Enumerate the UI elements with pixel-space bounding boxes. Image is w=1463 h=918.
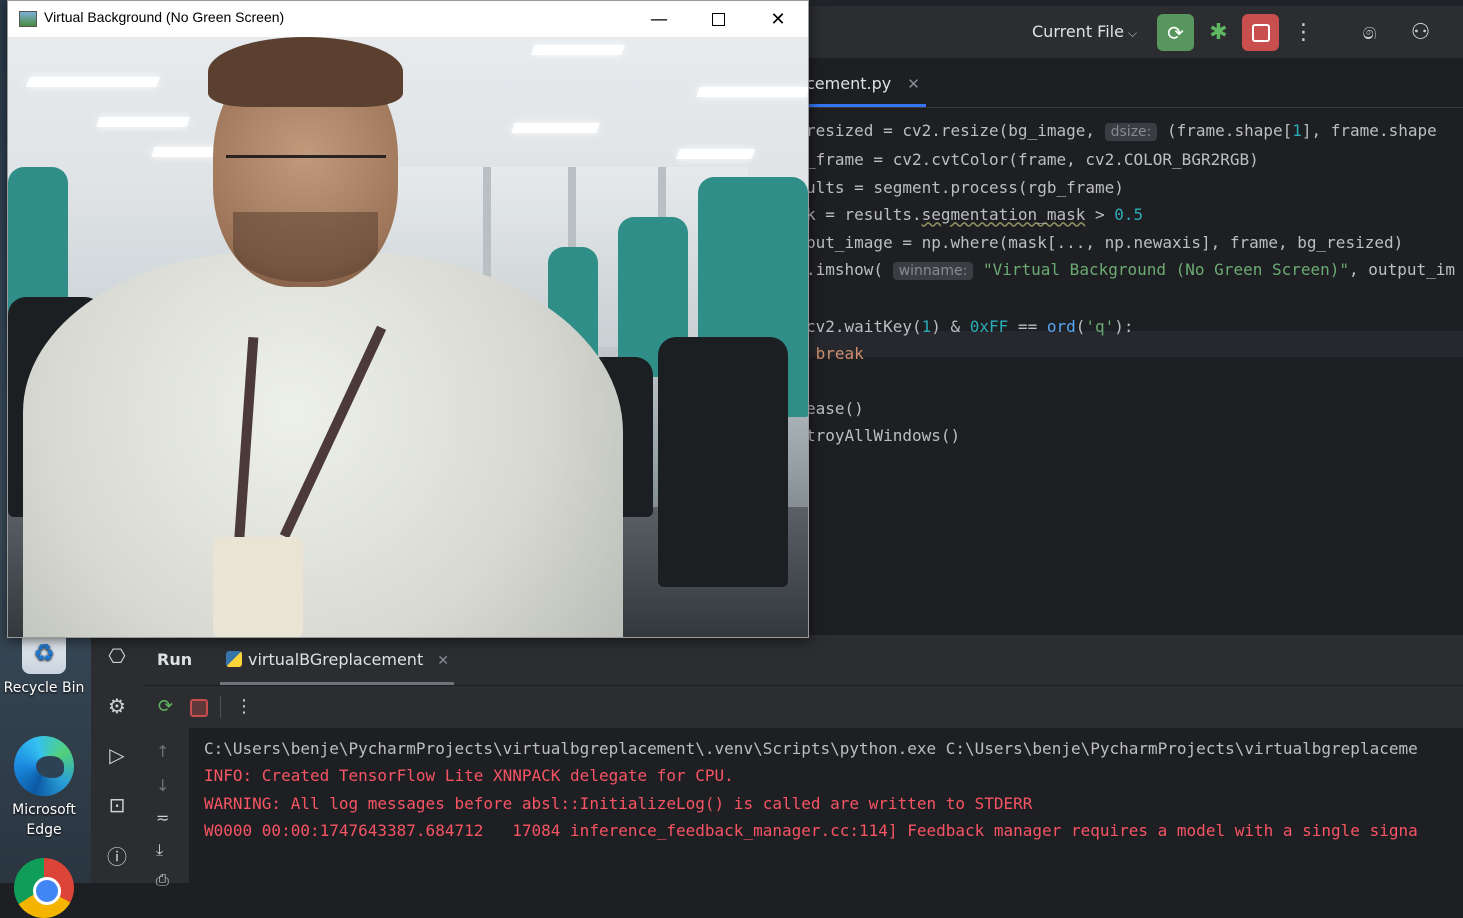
code-line: put_image = np.where(mask[..., np.newaxi…: [806, 232, 1404, 252]
active-tab-indicator: [806, 104, 926, 107]
bug-icon: ✱: [1209, 20, 1228, 45]
stop-icon: [1251, 23, 1270, 42]
toolbar-divider: [220, 696, 221, 718]
run-toolbar: [143, 686, 1463, 728]
virtual-background-window[interactable]: Virtual Background (No Green Screen) — ✕: [7, 0, 809, 638]
run-tab[interactable]: virtualBGreplacement ✕: [226, 650, 449, 669]
app-window-icon: [19, 11, 37, 27]
ceiling-light: [511, 123, 600, 133]
ai-assistant-button[interactable]: ෧: [1351, 14, 1388, 51]
more-vertical-icon: ⋮: [1292, 20, 1315, 45]
run-configuration-selector[interactable]: Current File ⌵: [1032, 22, 1137, 41]
console-line: W0000 00:00:1747643387.684712 17084 infe…: [204, 821, 1418, 841]
code-line: resized = cv2.resize(bg_image, dsize: (f…: [806, 121, 1437, 141]
desktop-icon-microsoft-edge[interactable]: Microsoft Edge: [0, 736, 88, 840]
add-user-icon: ⚇: [1410, 20, 1431, 45]
more-vertical-icon[interactable]: ⋮: [235, 696, 253, 717]
add-user-button[interactable]: ⚇: [1402, 14, 1439, 51]
arrow-down-icon[interactable]: ↓: [156, 776, 169, 795]
person-glasses: [226, 155, 386, 194]
desktop-icon-label: Microsoft: [12, 802, 76, 818]
code-line: cv2.waitKey(1) & 0xFF == ord('q'):: [806, 316, 1134, 336]
python-console-icon[interactable]: ⚙: [103, 692, 131, 720]
rerun-icon[interactable]: ⟳: [158, 696, 173, 717]
id-card: [213, 537, 303, 637]
code-content[interactable]: resized = cv2.resize(bg_image, dsize: (f…: [806, 117, 1455, 450]
ceiling-light: [676, 149, 755, 159]
editor-tab-file[interactable]: cement.py ✕: [806, 74, 920, 93]
person-hair: [208, 37, 403, 107]
print-icon[interactable]: ⎙: [156, 870, 169, 890]
console-line: INFO: Created TensorFlow Lite XNNPACK de…: [204, 766, 734, 786]
run-configuration-label: Current File: [1032, 22, 1124, 41]
ceiling-light: [96, 117, 190, 127]
stop-icon[interactable]: [190, 699, 208, 717]
ceiling-light: [696, 87, 808, 97]
active-run-tab-indicator: [220, 682, 454, 685]
ai-assistant-icon: ෧: [1362, 20, 1377, 45]
console-output: C:\Users\benje\PycharmProjects\virtualbg…: [204, 735, 1418, 845]
camera-feed: [8, 37, 808, 637]
code-line: _frame = cv2.cvtColor(frame, cv2.COLOR_B…: [806, 150, 1259, 170]
code-line: ease(): [806, 399, 864, 419]
terminal-icon[interactable]: ⊡: [103, 791, 131, 819]
chevron-down-icon: ⌵: [1127, 26, 1138, 40]
window-title: Virtual Background (No Green Screen): [44, 9, 285, 25]
console-line: C:\Users\benje\PycharmProjects\virtualbg…: [204, 739, 1418, 758]
ceiling-light: [531, 45, 625, 55]
code-line: troyAllWindows(): [806, 426, 961, 446]
close-icon[interactable]: ✕: [437, 653, 449, 669]
desktop-icon-recycle-bin[interactable]: ♻ Recycle Bin: [0, 632, 88, 698]
python-icon: [226, 651, 242, 667]
chrome-logo-icon[interactable]: [14, 858, 74, 918]
close-icon: ✕: [770, 8, 786, 30]
minimize-button[interactable]: —: [630, 3, 688, 35]
recycle-bin-icon: ♻: [22, 632, 66, 674]
editor-tab-label: cement.py: [806, 74, 892, 93]
rerun-icon: ⟳: [1167, 20, 1184, 45]
close-button[interactable]: ✕: [749, 3, 807, 35]
python-packages-icon[interactable]: ⎔: [103, 642, 131, 670]
code-line: k = results.segmentation_mask > 0.5: [806, 205, 1144, 225]
code-line: ults = segment.process(rgb_frame): [806, 177, 1124, 197]
minimize-icon: —: [650, 8, 668, 30]
code-line: break: [815, 344, 864, 364]
code-line: .imshow( winname: "Virtual Background (N…: [806, 260, 1455, 281]
run-tab-label: virtualBGreplacement: [248, 650, 424, 669]
run-panel-title: Run: [157, 650, 193, 669]
edge-logo-icon: [14, 736, 74, 796]
stop-button[interactable]: [1242, 14, 1279, 51]
desktop-icon-label: Recycle Bin: [3, 680, 85, 696]
maximize-button[interactable]: [689, 3, 747, 35]
person-beard: [233, 212, 378, 282]
parameter-hint: winname:: [892, 262, 974, 281]
arrow-up-icon[interactable]: ↑: [156, 742, 169, 761]
office-chair: [658, 337, 788, 587]
parameter-hint: dsize:: [1104, 123, 1158, 141]
desktop-icon-label: Edge: [26, 822, 62, 838]
debug-button[interactable]: ✱: [1200, 14, 1237, 51]
scroll-to-end-icon[interactable]: ⤓: [156, 840, 163, 860]
maximize-icon: [711, 12, 725, 26]
problems-icon[interactable]: ⓘ: [103, 841, 131, 869]
console-line: WARNING: All log messages before absl::I…: [204, 793, 1033, 813]
more-actions-button[interactable]: ⋮: [1285, 14, 1322, 51]
ceiling-light: [26, 77, 160, 87]
run-tool-icon[interactable]: ▷: [103, 741, 131, 769]
rerun-button[interactable]: ⟳: [1157, 14, 1194, 51]
close-icon[interactable]: ✕: [907, 75, 920, 93]
soft-wrap-icon[interactable]: ≂: [156, 808, 169, 827]
window-title-bar[interactable]: Virtual Background (No Green Screen) — ✕: [8, 1, 808, 37]
